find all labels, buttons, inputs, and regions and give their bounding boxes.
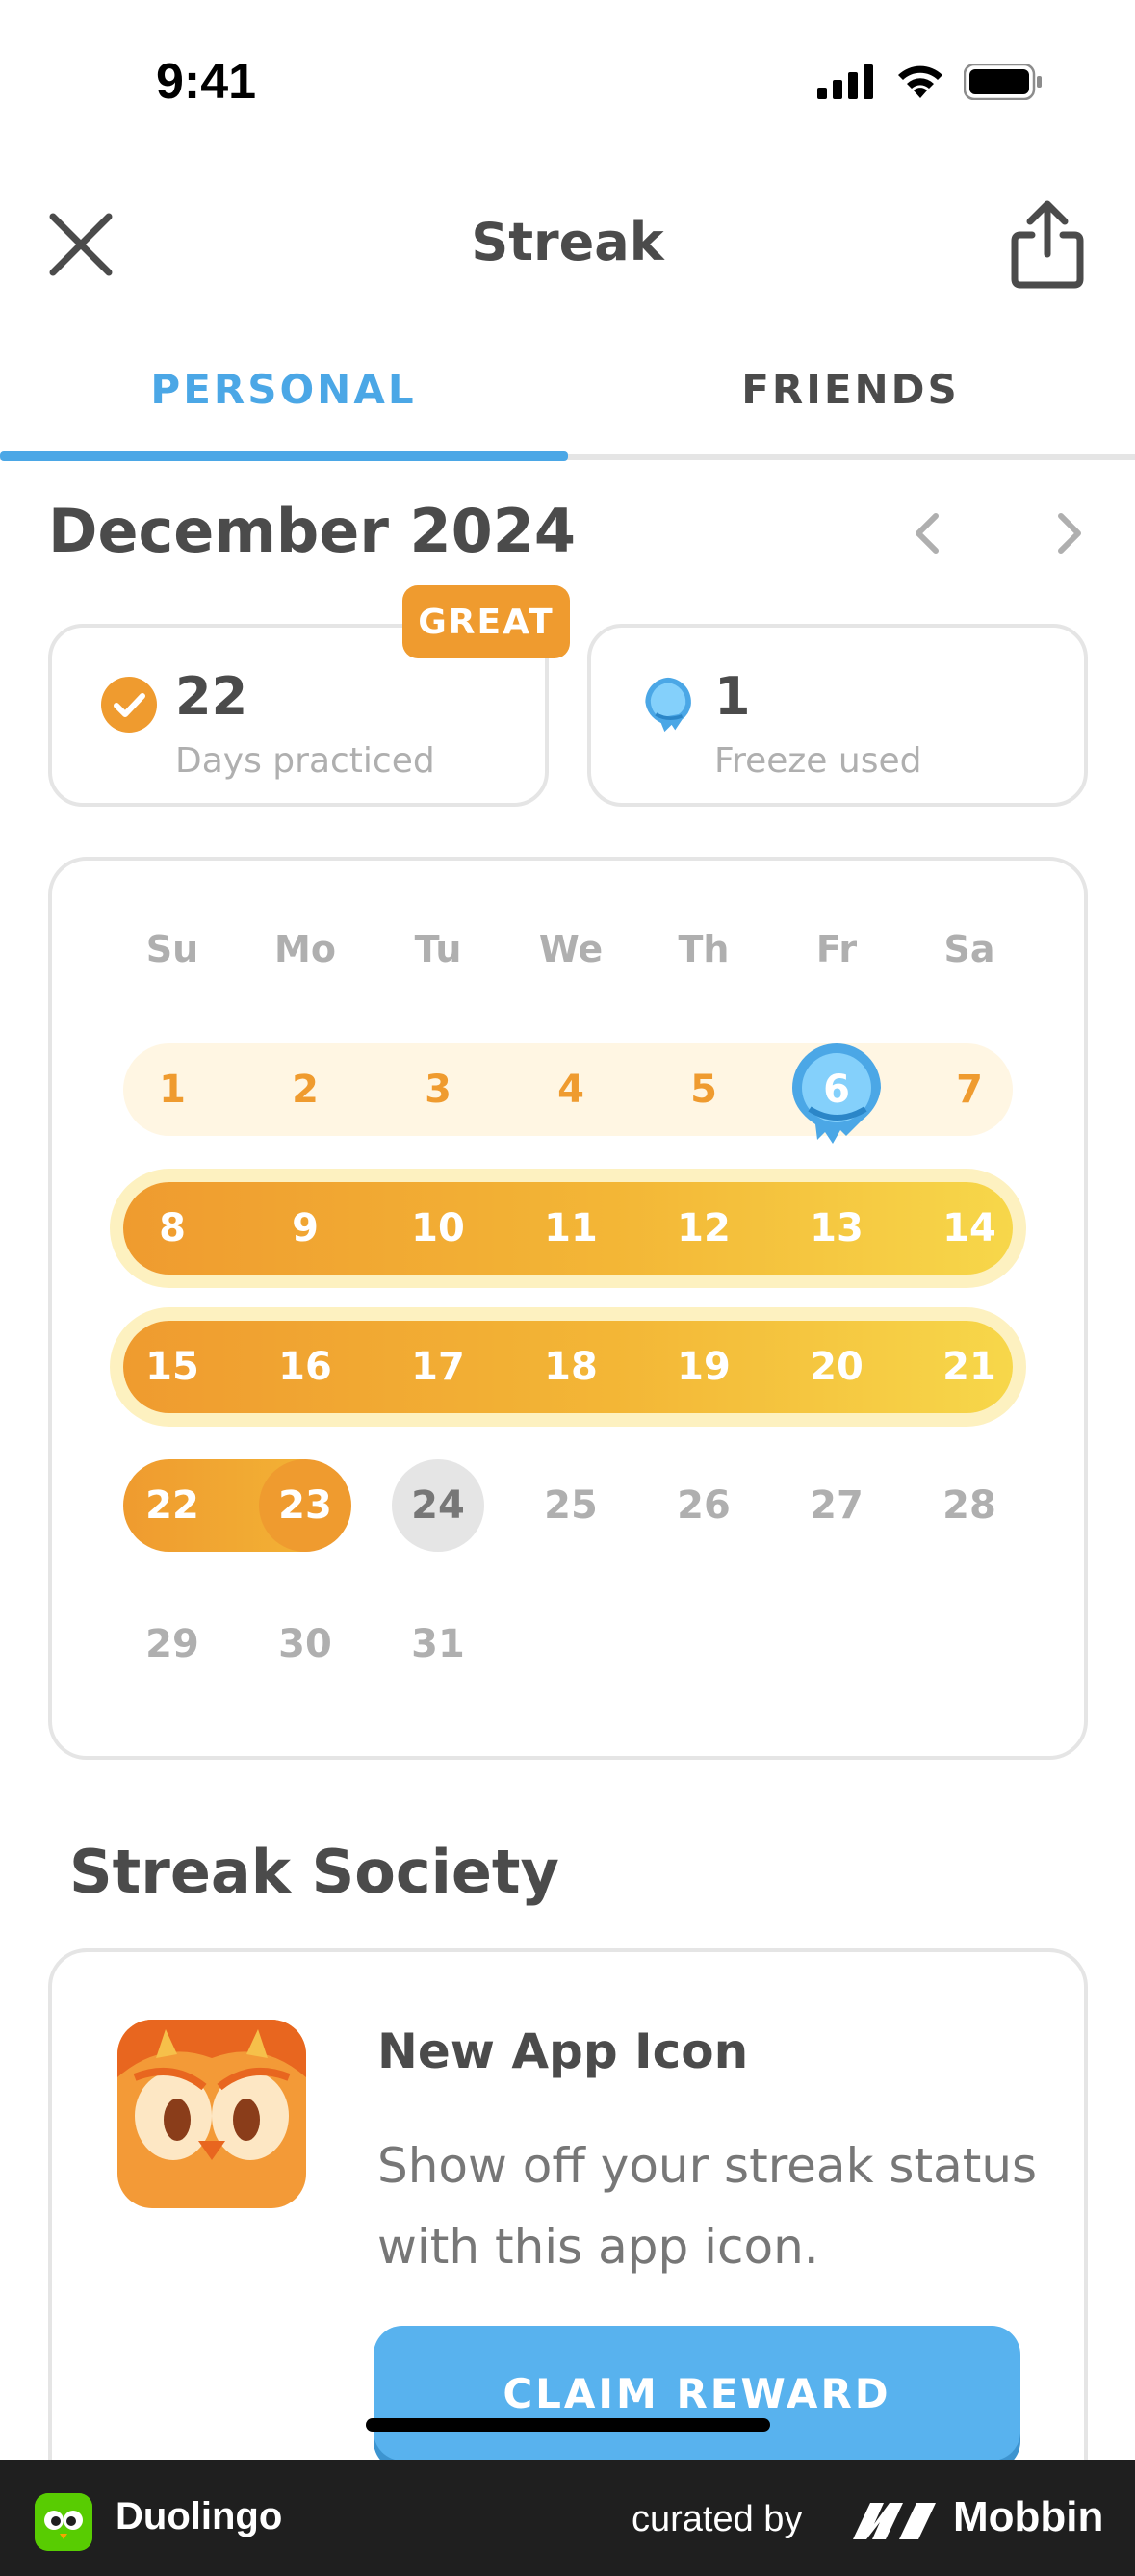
check-circle-icon xyxy=(101,677,157,733)
calendar-day[interactable]: 4 xyxy=(525,1043,617,1136)
tab-personal[interactable]: PERSONAL xyxy=(0,366,567,413)
chevron-right-icon xyxy=(1058,513,1081,554)
home-indicator xyxy=(366,2418,770,2432)
calendar-day[interactable]: 30 xyxy=(259,1598,351,1690)
calendar-day[interactable]: 10 xyxy=(392,1182,484,1275)
calendar-day[interactable]: 19 xyxy=(658,1321,750,1413)
weekday-label: Su xyxy=(145,928,199,970)
calendar-day[interactable]: 27 xyxy=(790,1459,883,1552)
weekday-label: Sa xyxy=(943,928,995,970)
days-practiced-label: Days practiced xyxy=(175,741,435,781)
freeze-used-value: 1 xyxy=(714,666,751,727)
tab-friends[interactable]: FRIENDS xyxy=(567,366,1134,413)
chevron-left-icon xyxy=(916,513,939,554)
calendar-day[interactable]: 11 xyxy=(525,1182,617,1275)
calendar-day[interactable]: 21 xyxy=(923,1321,1016,1413)
weekday-label: Fr xyxy=(815,928,858,970)
previous-month-button[interactable] xyxy=(903,509,951,557)
calendar-day[interactable]: 1 xyxy=(126,1043,219,1136)
next-month-button[interactable] xyxy=(1045,509,1094,557)
calendar-day[interactable]: 29 xyxy=(126,1598,219,1690)
calendar-day[interactable]: 9 xyxy=(259,1182,351,1275)
active-tab-indicator xyxy=(0,451,568,461)
calendar-day[interactable]: 17 xyxy=(392,1321,484,1413)
calendar-day[interactable]: 5 xyxy=(658,1043,750,1136)
calendar-day[interactable]: 18 xyxy=(525,1321,617,1413)
calendar-day[interactable]: 31 xyxy=(392,1598,484,1690)
share-button[interactable] xyxy=(1004,196,1091,293)
reward-title: New App Icon xyxy=(377,2023,749,2079)
reward-description: Show off your streak status with this ap… xyxy=(377,2138,1038,2275)
calendar-day[interactable]: 20 xyxy=(790,1321,883,1413)
owl-app-icon xyxy=(117,2020,306,2208)
calendar-day[interactable]: 14 xyxy=(923,1182,1016,1275)
month-header: December 2024 xyxy=(48,496,1088,573)
battery-icon xyxy=(964,64,1042,100)
calendar-day[interactable]: 8 xyxy=(126,1182,219,1275)
calendar: Su Mo Tu We Th Fr Sa 1 2 3 4 5 6 7 8 9 1… xyxy=(48,857,1088,1760)
header: Streak xyxy=(0,183,1135,308)
month-label: December 2024 xyxy=(48,496,577,566)
calendar-day[interactable]: 15 xyxy=(126,1321,219,1413)
calendar-day[interactable]: 3 xyxy=(392,1043,484,1136)
cellular-signal-icon xyxy=(817,64,873,99)
great-badge: GREAT xyxy=(402,585,570,658)
calendar-day[interactable]: 26 xyxy=(658,1459,750,1552)
tab-bar: PERSONAL FRIENDS xyxy=(0,347,1135,461)
calendar-day[interactable]: 2 xyxy=(259,1043,351,1136)
status-icons xyxy=(817,64,1043,100)
calendar-day[interactable]: 16 xyxy=(259,1321,351,1413)
calendar-day[interactable]: 13 xyxy=(790,1182,883,1275)
calendar-day-freeze[interactable]: 6 xyxy=(790,1043,883,1136)
mobbin-logo-icon xyxy=(853,2503,936,2539)
duolingo-logo-icon xyxy=(35,2493,92,2551)
calendar-day[interactable]: 25 xyxy=(525,1459,617,1552)
calendar-day[interactable]: 22 xyxy=(126,1459,219,1552)
weekday-label: Mo xyxy=(274,928,336,970)
calendar-day[interactable]: 28 xyxy=(923,1459,1016,1552)
page-title: Streak xyxy=(471,212,664,272)
footer-brand: Mobbin xyxy=(953,2493,1104,2540)
footer-app-name: Duolingo xyxy=(116,2495,283,2537)
freeze-used-card: 1 Freeze used xyxy=(587,624,1088,807)
calendar-day[interactable]: 12 xyxy=(658,1182,750,1275)
footer-bar: Duolingo curated by Mobbin xyxy=(0,2460,1135,2576)
section-title: Streak Society xyxy=(69,1837,559,1907)
claim-reward-button[interactable]: CLAIM REWARD xyxy=(374,2326,1020,2460)
status-time: 9:41 xyxy=(156,54,257,110)
weekday-label: We xyxy=(538,928,604,970)
footer-curated-by: curated by xyxy=(632,2499,803,2539)
calendar-day-today[interactable]: 24 xyxy=(392,1459,484,1552)
wifi-icon xyxy=(898,65,942,98)
share-icon xyxy=(1011,200,1084,289)
freeze-icon xyxy=(645,677,691,733)
freeze-used-label: Freeze used xyxy=(714,741,922,781)
status-bar: 9:41 xyxy=(0,0,1135,164)
weekday-label: Tu xyxy=(414,928,462,970)
calendar-day[interactable]: 23 xyxy=(259,1459,351,1552)
calendar-day[interactable]: 7 xyxy=(923,1043,1016,1136)
weekday-label: Th xyxy=(678,928,730,970)
days-practiced-value: 22 xyxy=(175,666,248,727)
